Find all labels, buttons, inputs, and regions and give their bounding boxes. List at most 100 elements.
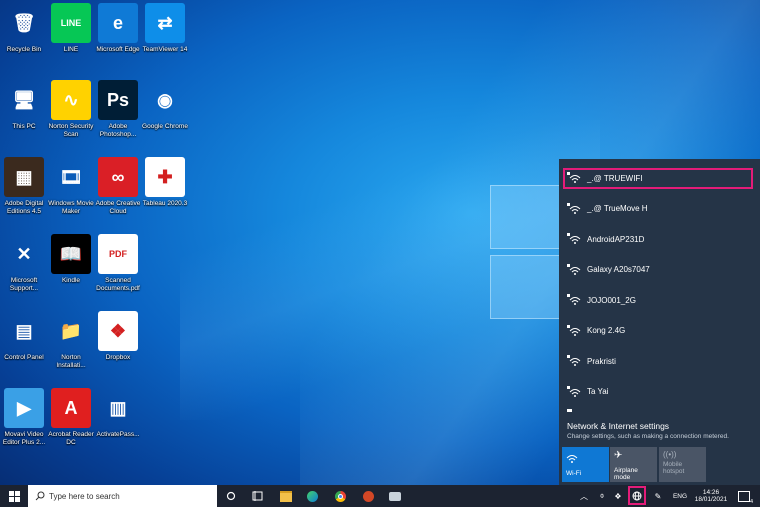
wifi-network-name: AndroidAP231D: [587, 234, 645, 244]
desktop-icon-label: Adobe Creative Cloud: [95, 200, 141, 215]
snipping-tool-icon: [389, 491, 401, 501]
this-pc-icon: 🖥: [12, 89, 36, 110]
microsoft-support-icon: ✕: [16, 243, 32, 264]
scanned-document-icon: PDF: [98, 234, 138, 274]
mobile-hotspot-toggle[interactable]: ((•)) Mobile hotspot: [659, 447, 706, 482]
taskbar-powerpoint[interactable]: [358, 485, 378, 507]
taskbar-snipping-tool[interactable]: [385, 485, 405, 507]
desktop-icon-label: LINE: [63, 46, 79, 53]
desktop-icon-this-pc[interactable]: 🖥 This PC: [0, 80, 48, 131]
clock[interactable]: 14:26 18/01/2021: [692, 485, 730, 507]
search-placeholder: Type here to search: [49, 491, 120, 501]
adobe-photoshop-icon: Ps: [98, 80, 138, 120]
airplane-mode-toggle[interactable]: ✈ Airplane mode: [610, 447, 657, 482]
task-view-icon: [252, 491, 262, 501]
desktop-icon-adobe-digital-editions[interactable]: ▦ Adobe Digital Editions 4.5: [0, 157, 48, 215]
desktop-icon-label: This PC: [12, 123, 36, 130]
tray-usb[interactable]: ⌽: [596, 485, 608, 507]
desktop-icon-kindle[interactable]: 📖 Kindle: [47, 234, 95, 285]
desktop-icon-label: Adobe Digital Editions 4.5: [4, 200, 44, 215]
movavi-video-editor-icon: ▶: [4, 388, 44, 428]
desktop-icon-label: Google Chrome: [142, 123, 188, 130]
adobe-creative-cloud-icon: ∞: [98, 157, 138, 197]
secured-wifi-icon: [567, 233, 581, 244]
activatepass-icon: ▥: [109, 397, 127, 418]
tray-network[interactable]: [628, 486, 646, 505]
secured-wifi-icon: [567, 355, 581, 366]
desktop-icon-dropbox[interactable]: ❖ Dropbox: [94, 311, 142, 362]
secured-wifi-icon: [567, 263, 581, 275]
wifi-toggle[interactable]: Wi-Fi: [562, 447, 609, 482]
wifi-network-item[interactable]: Prakristi: [559, 346, 760, 376]
desktop-icon-teamviewer[interactable]: ⇄ TeamViewer 14: [141, 3, 189, 54]
wifi-network-name: Kong 2.4G: [587, 326, 626, 335]
powerpoint-icon: [362, 490, 374, 502]
desktop-icon-label: Tableau 2020.3: [142, 200, 188, 207]
taskbar-chrome[interactable]: [330, 485, 350, 507]
desktop-icon-label: Recycle Bin: [6, 46, 42, 53]
taskbar-file-explorer[interactable]: [276, 485, 296, 507]
acrobat-reader-icon: A: [51, 388, 91, 428]
desktop-icon-label: Acrobat Reader DC: [48, 431, 94, 446]
desktop-icon-label: Scanned Documents.pdf: [96, 277, 140, 292]
input-language[interactable]: ENG: [670, 485, 690, 507]
airplane-icon: ✈: [614, 450, 623, 461]
wifi-network-item[interactable]: Ta Yai: [559, 377, 760, 407]
desktop-icon-adobe-creative-cloud[interactable]: ∞ Adobe Creative Cloud: [94, 157, 142, 215]
wifi-network-item[interactable]: AndroidAP231D: [559, 224, 760, 254]
start-button[interactable]: [0, 485, 28, 507]
desktop-icon-windows-movie-maker[interactable]: 🎞 Windows Movie Maker: [47, 157, 95, 215]
desktop-icon-microsoft-edge[interactable]: e Microsoft Edge: [94, 3, 142, 54]
action-center-button[interactable]: 4: [736, 485, 753, 507]
wifi-network-item[interactable]: Galaxy A20s7047: [559, 255, 760, 285]
airplane-mode-label: Airplane mode: [614, 467, 638, 481]
desktop-icon-label: ActivatePass...: [96, 431, 140, 438]
cortana-icon: [226, 491, 236, 501]
desktop-icon-norton-installation[interactable]: 📁 Norton Installati...: [47, 311, 95, 369]
norton-security-scan-icon: ∿: [51, 80, 91, 120]
desktop-icon-recycle-bin[interactable]: 🗑 Recycle Bin: [0, 3, 48, 54]
desktop-icon-google-chrome[interactable]: ◉ Google Chrome: [141, 80, 189, 131]
control-panel-icon: ▤: [15, 320, 33, 341]
wifi-network-item[interactable]: JOJO001_2G: [559, 285, 760, 315]
desktop-icon-adobe-photoshop[interactable]: Ps Adobe Photoshop...: [94, 80, 142, 138]
desktop-icon-scanned-document[interactable]: PDF Scanned Documents.pdf: [94, 234, 142, 292]
tray-dropbox[interactable]: ❖: [612, 485, 624, 507]
desktop-icon-activatepass[interactable]: ▥ ActivatePass...: [94, 388, 142, 439]
network-settings-link[interactable]: Network & Internet settings: [567, 421, 669, 431]
cortana-button[interactable]: [222, 485, 240, 507]
show-hidden-icons[interactable]: ︿: [578, 485, 590, 507]
secured-wifi-icon: [567, 202, 581, 214]
desktop-icon-acrobat-reader[interactable]: A Acrobat Reader DC: [47, 388, 95, 446]
wifi-network-name: Prakristi: [587, 356, 616, 366]
microsoft-edge-icon: e: [98, 3, 138, 43]
desktop-icon-label: Microsoft Edge: [96, 46, 140, 53]
notification-icon: 4: [738, 490, 753, 505]
desktop-icon-line[interactable]: LINE LINE: [47, 3, 95, 54]
wifi-icon: [566, 455, 578, 463]
network-settings-description: Change settings, such as making a connec…: [567, 433, 729, 440]
wifi-network-item[interactable]: _.@ TrueMove H: [559, 194, 760, 224]
taskbar-edge[interactable]: [302, 485, 322, 507]
dropbox-icon: ❖: [98, 311, 138, 351]
pen-icon: ✎: [654, 491, 662, 501]
desktop-icon-movavi-video-editor[interactable]: ▶ Movavi Video Editor Plus 2...: [0, 388, 48, 446]
windows-start-icon: [8, 490, 20, 502]
tray-pen[interactable]: ✎: [652, 485, 664, 507]
desktop-icon-label: Windows Movie Maker: [48, 200, 94, 215]
desktop-icon-microsoft-support[interactable]: ✕ Microsoft Support...: [0, 234, 48, 292]
selected-network-highlight: [563, 168, 753, 189]
globe-icon: [632, 491, 642, 500]
desktop-icon-norton-security-scan[interactable]: ∿ Norton Security Scan: [47, 80, 95, 138]
tableau-icon: ✚: [145, 157, 185, 197]
taskbar-search-box[interactable]: Type here to search: [28, 485, 217, 507]
desktop-icon-label: Adobe Photoshop...: [99, 123, 137, 138]
desktop-icon-label: Microsoft Support...: [9, 277, 39, 292]
desktop-icon-label: Norton Security Scan: [48, 123, 94, 138]
desktop-icon-label: TeamViewer 14: [142, 46, 188, 53]
wifi-network-item[interactable]: Kong 2.4G: [559, 316, 760, 346]
desktop-icon-tableau[interactable]: ✚ Tableau 2020.3: [141, 157, 189, 208]
task-view-button[interactable]: [248, 485, 266, 507]
secured-wifi-icon: [567, 294, 581, 305]
desktop-icon-control-panel[interactable]: ▤ Control Panel: [0, 311, 48, 362]
